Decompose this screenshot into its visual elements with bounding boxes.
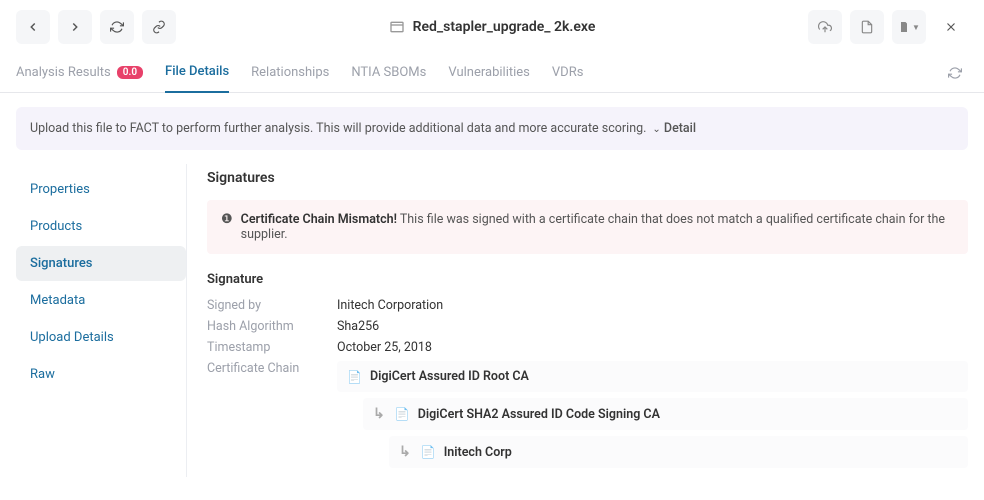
- cert-name: DigiCert Assured ID Root CA: [370, 369, 529, 384]
- export-dropdown-button[interactable]: ▼: [892, 10, 926, 44]
- banner-detail-toggle[interactable]: ⌄ Detail: [652, 121, 696, 136]
- value-hash-algorithm: Sha256: [337, 319, 968, 334]
- signature-heading: Signature: [207, 272, 968, 287]
- file-button[interactable]: [850, 10, 884, 44]
- value-signed-by: Initech Corporation: [337, 298, 968, 313]
- forward-button[interactable]: [58, 10, 92, 44]
- tab-file-details[interactable]: File Details: [165, 54, 229, 93]
- close-button[interactable]: [934, 10, 968, 44]
- certificate-icon: 📄: [395, 407, 410, 421]
- cert-root[interactable]: 📄 DigiCert Assured ID Root CA: [337, 361, 968, 392]
- sidebar: Properties Products Signatures Metadata …: [16, 164, 186, 477]
- tab-label: Analysis Results: [16, 65, 111, 80]
- link-icon: [152, 20, 166, 34]
- indent-arrow-icon: ↳: [399, 444, 411, 460]
- refresh-button[interactable]: [100, 10, 134, 44]
- chevron-down-icon: ⌄: [652, 124, 660, 135]
- alert-strong: Certificate Chain Mismatch!: [241, 212, 397, 227]
- certificate-icon: 📄: [421, 445, 436, 459]
- certificate-chain: 📄 DigiCert Assured ID Root CA ↳ 📄 DigiCe…: [337, 361, 968, 474]
- cloud-upload-icon: [818, 20, 832, 34]
- chevron-left-icon: [26, 20, 40, 34]
- analysis-score-badge: 0.0: [117, 66, 143, 79]
- chevron-right-icon: [68, 20, 82, 34]
- indent-arrow-icon: ↳: [373, 406, 385, 422]
- export-icon: [898, 21, 910, 33]
- label-signed-by: Signed by: [207, 298, 337, 313]
- alert-icon: ❶: [221, 212, 233, 227]
- certificate-icon: 📄: [347, 370, 362, 384]
- cloud-upload-button[interactable]: [808, 10, 842, 44]
- sidebar-item-products[interactable]: Products: [16, 209, 186, 244]
- tab-label: Relationships: [251, 65, 329, 80]
- sidebar-item-upload-details[interactable]: Upload Details: [16, 320, 186, 355]
- banner-text: Upload this file to FACT to perform furt…: [30, 121, 646, 136]
- cert-intermediate[interactable]: ↳ 📄 DigiCert SHA2 Assured ID Code Signin…: [363, 398, 968, 430]
- link-button[interactable]: [142, 10, 176, 44]
- page-title: Red_stapler_upgrade_ 2k.exe: [184, 19, 800, 35]
- label-hash-algorithm: Hash Algorithm: [207, 319, 337, 334]
- tab-relationships[interactable]: Relationships: [251, 55, 329, 92]
- row-signed-by: Signed by Initech Corporation: [207, 295, 968, 316]
- alert-body: Certificate Chain Mismatch! This file wa…: [241, 212, 954, 242]
- tab-refresh-button[interactable]: [942, 60, 968, 90]
- tab-label: NTIA SBOMs: [351, 65, 426, 80]
- label-certificate-chain: Certificate Chain: [207, 361, 337, 376]
- close-icon: [944, 20, 958, 34]
- main-panel: Signatures ❶ Certificate Chain Mismatch!…: [186, 164, 968, 477]
- tab-label: VDRs: [552, 65, 584, 80]
- row-timestamp: Timestamp October 25, 2018: [207, 337, 968, 358]
- cert-mismatch-alert: ❶ Certificate Chain Mismatch! This file …: [207, 200, 968, 254]
- refresh-icon: [948, 66, 962, 80]
- row-certificate-chain: Certificate Chain 📄 DigiCert Assured ID …: [207, 358, 968, 477]
- cert-name: Initech Corp: [444, 445, 512, 460]
- sidebar-item-signatures[interactable]: Signatures: [16, 246, 186, 281]
- file-icon: [860, 20, 874, 34]
- tab-analysis-results[interactable]: Analysis Results 0.0: [16, 55, 143, 92]
- sidebar-item-raw[interactable]: Raw: [16, 357, 186, 392]
- back-button[interactable]: [16, 10, 50, 44]
- right-actions: ▼: [808, 10, 968, 44]
- sidebar-item-metadata[interactable]: Metadata: [16, 283, 186, 318]
- caret-down-icon: ▼: [912, 23, 920, 32]
- top-toolbar: Red_stapler_upgrade_ 2k.exe ▼: [0, 0, 984, 54]
- cert-name: DigiCert SHA2 Assured ID Code Signing CA: [418, 407, 660, 422]
- refresh-icon: [110, 20, 124, 34]
- tab-label: File Details: [165, 64, 229, 79]
- tab-ntia-sboms[interactable]: NTIA SBOMs: [351, 55, 426, 92]
- tab-label: Vulnerabilities: [448, 65, 530, 80]
- cert-leaf[interactable]: ↳ 📄 Initech Corp: [389, 436, 968, 468]
- value-timestamp: October 25, 2018: [337, 340, 968, 355]
- tab-vdrs[interactable]: VDRs: [552, 55, 584, 92]
- file-title: Red_stapler_upgrade_ 2k.exe: [413, 19, 596, 35]
- content-area: Properties Products Signatures Metadata …: [0, 164, 984, 477]
- tab-bar: Analysis Results 0.0 File Details Relati…: [0, 54, 984, 93]
- row-hash-algorithm: Hash Algorithm Sha256: [207, 316, 968, 337]
- label-timestamp: Timestamp: [207, 340, 337, 355]
- tab-vulnerabilities[interactable]: Vulnerabilities: [448, 55, 530, 92]
- window-icon: [389, 19, 405, 35]
- upload-banner: Upload this file to FACT to perform furt…: [16, 107, 968, 150]
- sidebar-item-properties[interactable]: Properties: [16, 172, 186, 207]
- detail-label: Detail: [664, 121, 696, 136]
- section-title: Signatures: [207, 170, 968, 186]
